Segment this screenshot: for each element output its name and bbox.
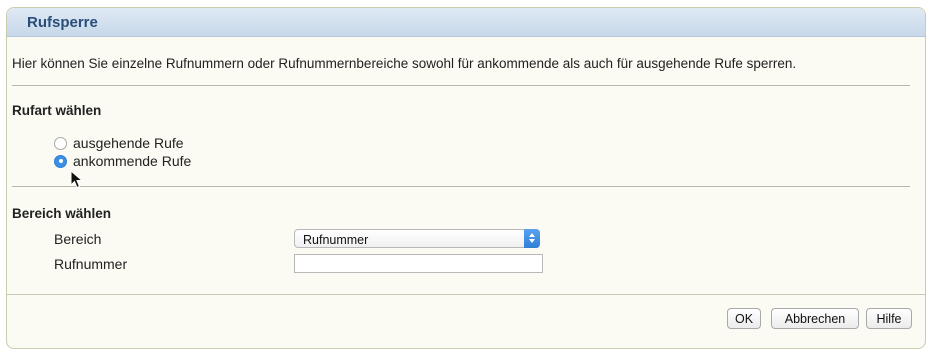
radio-label: ausgehende Rufe [73,135,184,151]
section-title-range: Bereich wählen [12,206,112,221]
radio-outgoing-calls[interactable]: ausgehende Rufe [54,134,184,152]
chevron-up-down-icon[interactable] [524,229,540,248]
panel-header: Rufsperre [7,8,925,37]
rufnummer-label: Rufnummer [54,256,128,272]
radio-incoming-calls[interactable]: ankommende Rufe [54,152,191,170]
bereich-select[interactable]: Rufnummer [294,229,540,248]
intro-text: Hier können Sie einzelne Rufnummern oder… [12,56,797,71]
section-title-call-type: Rufart wählen [12,103,102,118]
divider [12,85,910,86]
radio-button[interactable] [54,136,67,150]
radio-label: ankommende Rufe [73,153,192,169]
divider [12,186,910,187]
ok-button[interactable]: OK [727,308,761,329]
select-value: Rufnummer [303,233,369,247]
page-title: Rufsperre [27,14,98,31]
cancel-button[interactable]: Abbrechen [771,308,859,329]
bereich-label: Bereich [54,231,102,247]
help-button[interactable]: Hilfe [866,308,912,329]
rufnummer-input[interactable] [294,254,543,273]
radio-button-checked[interactable] [54,154,67,168]
footer-divider [7,294,925,295]
mouse-pointer-icon [70,170,84,189]
